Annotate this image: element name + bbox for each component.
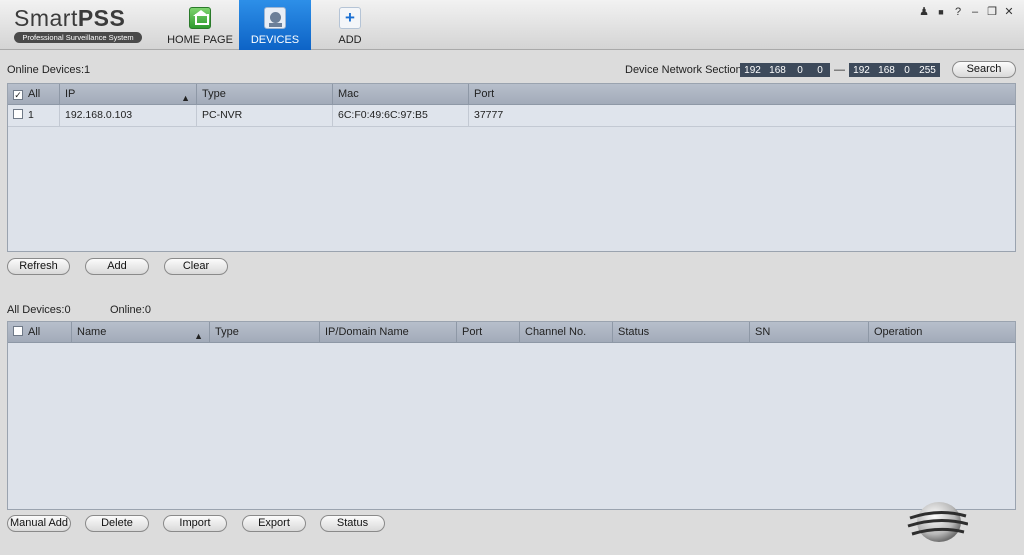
user-icon[interactable]: ♟ [919, 6, 929, 18]
close-icon[interactable]: ✕ [1004, 6, 1014, 18]
column-ip[interactable]: IP ▲ [60, 84, 197, 104]
clear-button[interactable]: Clear [164, 258, 228, 275]
help-icon[interactable]: ? [953, 6, 963, 18]
minimize-icon[interactable]: – [970, 6, 980, 18]
ip-end-octet-4[interactable]: 255 [915, 65, 940, 76]
add-button[interactable]: Add [85, 258, 149, 275]
network-section-label: Device Network Section: [625, 64, 745, 76]
column-operation[interactable]: Operation [869, 322, 1015, 342]
online-devices-table: ✓ All IP ▲ Type Mac Port 1 192.168.0.103 P… [7, 83, 1016, 252]
status-button[interactable]: Status [320, 515, 385, 532]
nav-home-label: HOME PAGE [167, 34, 233, 46]
app-logo: SmartPSS Professional Surveillance Syste… [14, 6, 144, 43]
logo-text: SmartPSS [14, 5, 126, 31]
plus-icon: + [339, 7, 361, 29]
column-name[interactable]: Name ▲ [72, 322, 210, 342]
ip-start-octet-3[interactable]: 0 [790, 65, 810, 76]
online-table-header: ✓ All IP ▲ Type Mac Port [8, 84, 1015, 105]
export-button[interactable]: Export [242, 515, 306, 532]
nav-add[interactable]: + ADD [314, 0, 386, 50]
ip-end-octet-2[interactable]: 168 [874, 65, 899, 76]
select-all-checkbox[interactable]: ✓ [13, 90, 23, 100]
search-button[interactable]: Search [952, 61, 1016, 78]
column-port[interactable]: Port [469, 84, 1015, 104]
row-select-cell[interactable]: 1 [8, 105, 60, 126]
row-type: PC-NVR [197, 105, 333, 126]
ip-start-field[interactable]: 192 168 0 0 [740, 63, 830, 77]
nav-add-label: ADD [338, 34, 362, 46]
manual-add-button[interactable]: Manual Add [7, 515, 71, 532]
table-row[interactable]: 1 192.168.0.103 PC-NVR 6C:F0:49:6C:97:B5… [8, 105, 1015, 127]
all-devices-table-header: All Name ▲ Type IP/Domain Name Port Chann… [8, 322, 1015, 343]
ip-start-octet-2[interactable]: 168 [765, 65, 790, 76]
import-button[interactable]: Import [163, 515, 227, 532]
ip-start-octet-4[interactable]: 0 [810, 65, 830, 76]
all-devices-count: All Devices:0 [7, 304, 71, 316]
column-port[interactable]: Port [457, 322, 520, 342]
ip-start-octet-1[interactable]: 192 [740, 65, 765, 76]
column-sn[interactable]: SN [750, 322, 869, 342]
row-port: 37777 [474, 109, 504, 121]
ip-end-octet-1[interactable]: 192 [849, 65, 874, 76]
column-all[interactable]: ✓ All [8, 84, 60, 104]
column-channel-no[interactable]: Channel No. [520, 322, 613, 342]
sort-asc-icon: ▲ [181, 93, 190, 103]
refresh-button[interactable]: Refresh [7, 258, 70, 275]
column-type[interactable]: Type [210, 322, 320, 342]
column-ip-domain[interactable]: IP/Domain Name [320, 322, 457, 342]
row-ip: 192.168.0.103 [60, 105, 197, 126]
sort-asc-icon: ▲ [194, 331, 203, 341]
delete-button[interactable]: Delete [85, 515, 149, 532]
nav-devices-label: DEVICES [250, 34, 300, 46]
nav-home-page[interactable]: HOME PAGE [164, 0, 236, 50]
ip-end-field[interactable]: 192 168 0 255 [849, 63, 940, 77]
logo-subtitle: Professional Surveillance System [14, 32, 142, 43]
globe-logo-icon [907, 502, 968, 542]
column-type[interactable]: Type [197, 84, 333, 104]
nav-devices[interactable]: DEVICES [239, 0, 311, 50]
home-icon [189, 7, 211, 29]
column-mac[interactable]: Mac [333, 84, 469, 104]
column-all[interactable]: All [8, 322, 72, 342]
camera-icon [264, 7, 286, 29]
window-controls: ♟ ■ ? – ❐ ✕ [919, 6, 1014, 18]
ip-range-dash: — [834, 64, 845, 76]
restore-icon[interactable]: ❐ [987, 6, 997, 18]
select-all-checkbox[interactable] [13, 326, 23, 336]
title-bar: SmartPSS Professional Surveillance Syste… [0, 0, 1024, 50]
row-mac: 6C:F0:49:6C:97:B5 [333, 105, 469, 126]
lock-icon[interactable]: ■ [936, 6, 946, 18]
column-status[interactable]: Status [613, 322, 750, 342]
ip-end-octet-3[interactable]: 0 [899, 65, 915, 76]
online-count: Online:0 [110, 304, 151, 316]
online-devices-count: Online Devices:1 [7, 64, 91, 76]
all-devices-table: All Name ▲ Type IP/Domain Name Port Chann… [7, 321, 1016, 510]
row-checkbox[interactable] [13, 109, 23, 119]
